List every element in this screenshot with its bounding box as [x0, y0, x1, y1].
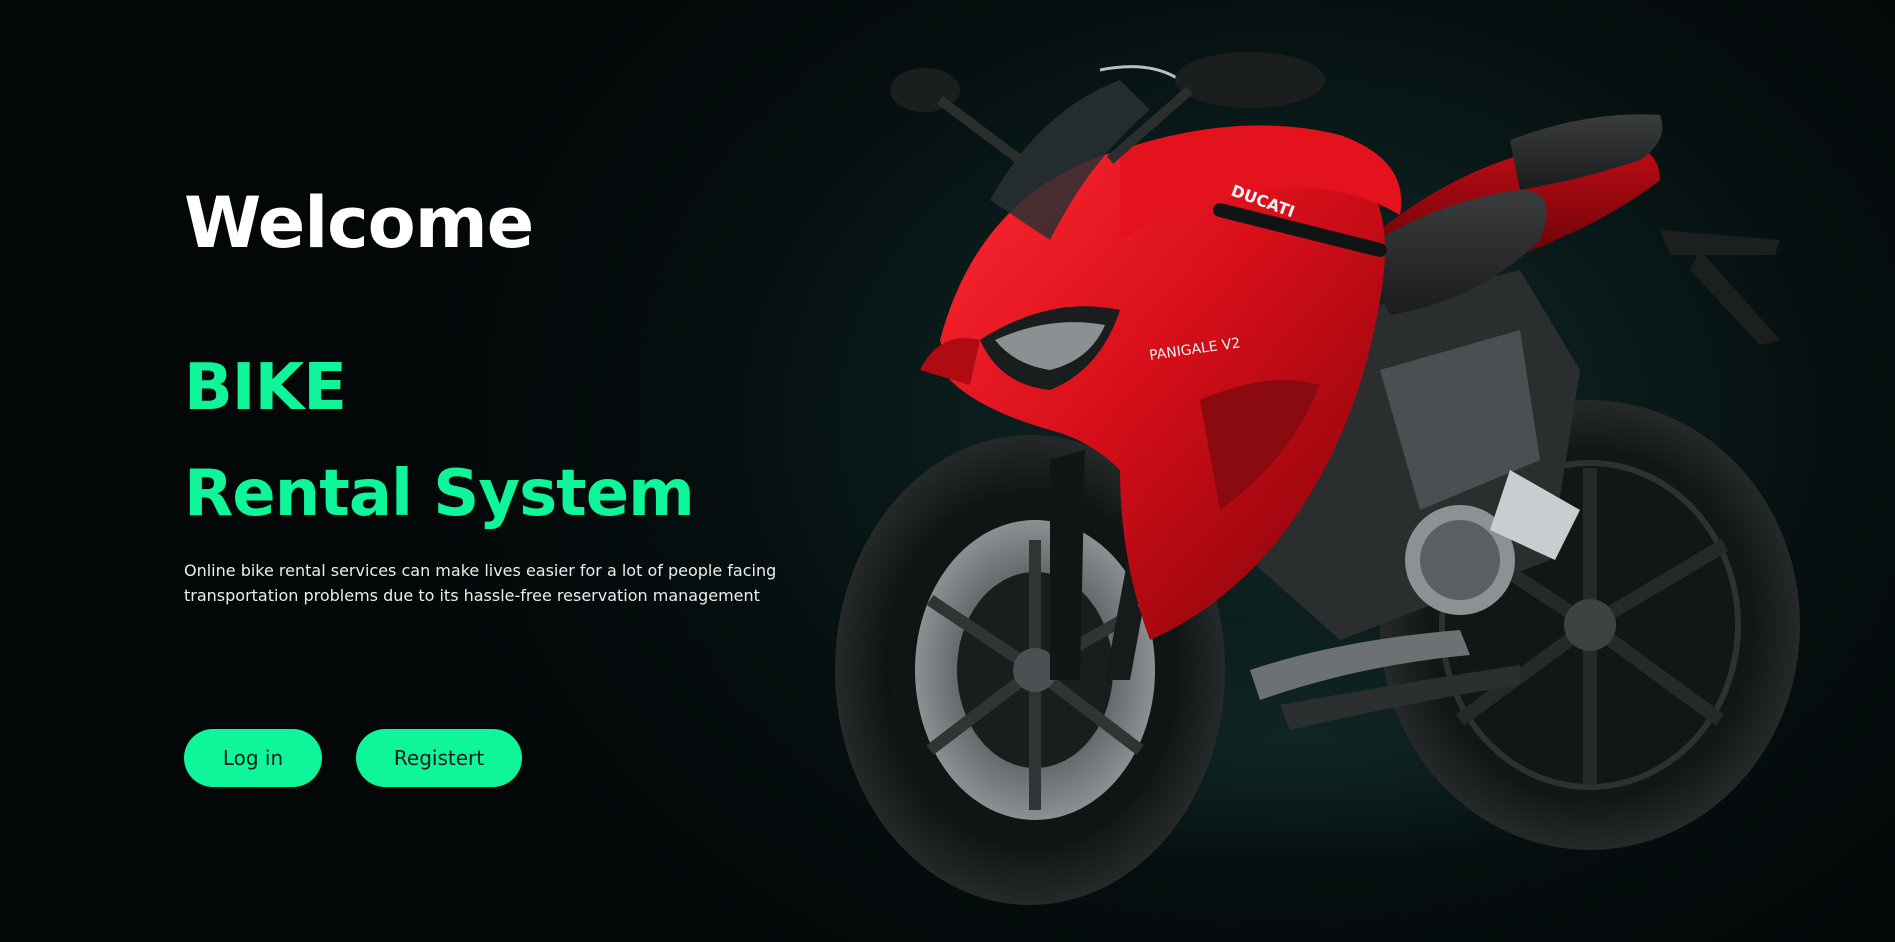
- subtitle-bike: BIKE: [184, 351, 347, 425]
- landing-page: PANIGALE V2 DUCATI Welcome BIKE Rental S…: [0, 0, 1895, 942]
- login-button[interactable]: Log in: [184, 729, 322, 787]
- mirror-left: [890, 68, 1023, 164]
- motorcycle-image: PANIGALE V2 DUCATI: [835, 52, 1800, 905]
- welcome-heading: Welcome: [184, 182, 534, 264]
- subtitle-rental-system: Rental System: [184, 457, 695, 531]
- register-button[interactable]: Registert: [356, 729, 522, 787]
- hero-description: Online bike rental services can make liv…: [184, 561, 777, 605]
